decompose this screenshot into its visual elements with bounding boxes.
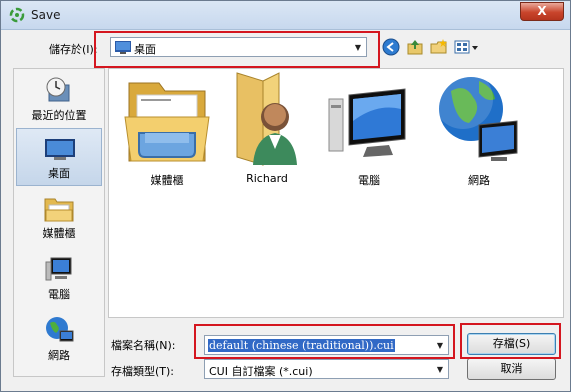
views-icon[interactable] bbox=[454, 38, 480, 56]
filetype-label: 存檔類型(T): bbox=[111, 365, 175, 378]
chevron-down-icon[interactable]: ▼ bbox=[352, 42, 364, 54]
place-recent[interactable]: 最近的位置 bbox=[16, 71, 102, 129]
user-folder-icon bbox=[236, 72, 297, 166]
file-item-label: 媒體櫃 bbox=[150, 174, 184, 187]
libraries-folder-icon bbox=[124, 82, 210, 162]
place-libraries[interactable]: 媒體櫃 bbox=[16, 189, 102, 247]
file-item-computer[interactable]: 電腦 bbox=[319, 69, 419, 199]
app-icon bbox=[9, 7, 25, 23]
save-in-dropdown[interactable]: 桌面 ▼ bbox=[110, 37, 367, 57]
file-item-network[interactable]: 網路 bbox=[429, 69, 529, 199]
place-computer[interactable]: 電腦 bbox=[16, 250, 102, 308]
computer-icon bbox=[45, 257, 72, 281]
recent-places-icon bbox=[46, 77, 70, 102]
libraries-icon bbox=[44, 198, 74, 222]
back-icon[interactable] bbox=[382, 38, 400, 56]
save-dialog: Save X 儲存於(I): 桌面 ▼ 最近的位置 桌面 媒體櫃 電腦 網路 媒… bbox=[0, 0, 571, 392]
place-label: 桌面 bbox=[48, 167, 70, 180]
toolbar: 儲存於(I): 桌面 ▼ bbox=[1, 30, 570, 66]
cancel-button[interactable]: 取消 bbox=[467, 358, 556, 380]
save-button[interactable]: 存檔(S) bbox=[467, 333, 556, 355]
file-item-label: 網路 bbox=[468, 174, 490, 187]
location-value: 桌面 bbox=[134, 43, 156, 56]
chevron-down-icon[interactable]: ▼ bbox=[434, 364, 446, 376]
file-item-richard[interactable]: Richard bbox=[217, 69, 317, 199]
network-globe-icon bbox=[433, 69, 518, 161]
place-label: 最近的位置 bbox=[31, 109, 87, 122]
place-label: 媒體櫃 bbox=[42, 227, 76, 240]
file-item-label: 電腦 bbox=[358, 174, 380, 187]
desktop-icon bbox=[115, 41, 131, 54]
computer-icon bbox=[328, 88, 406, 157]
save-in-label: 儲存於(I): bbox=[49, 43, 98, 56]
up-folder-icon[interactable] bbox=[406, 38, 424, 56]
file-item-label: Richard bbox=[246, 172, 288, 185]
window-title: Save bbox=[31, 8, 61, 22]
filename-label: 檔案名稱(N): bbox=[111, 339, 176, 352]
place-desktop[interactable]: 桌面 bbox=[16, 128, 102, 186]
file-item-libraries[interactable]: 媒體櫃 bbox=[117, 69, 217, 199]
new-folder-icon[interactable] bbox=[430, 38, 448, 56]
filename-value[interactable]: default (chinese (traditional)).cui bbox=[208, 339, 395, 352]
place-label: 網路 bbox=[48, 349, 70, 362]
network-icon bbox=[46, 317, 74, 342]
places-bar: 最近的位置 桌面 媒體櫃 電腦 網路 bbox=[13, 68, 105, 377]
title-bar: Save X bbox=[1, 1, 570, 30]
filename-input[interactable]: default (chinese (traditional)).cui ▼ bbox=[204, 335, 449, 355]
place-label: 電腦 bbox=[48, 288, 70, 301]
close-button[interactable]: X bbox=[520, 2, 564, 21]
file-list: 媒體櫃 Richard 電腦 網路 bbox=[108, 68, 564, 318]
place-network[interactable]: 網路 bbox=[16, 311, 102, 369]
desktop-icon bbox=[45, 139, 75, 160]
chevron-down-icon[interactable]: ▼ bbox=[434, 340, 446, 352]
filetype-dropdown[interactable]: CUI 自訂檔案 (*.cui) ▼ bbox=[204, 359, 449, 379]
filetype-value: CUI 自訂檔案 (*.cui) bbox=[209, 365, 313, 378]
